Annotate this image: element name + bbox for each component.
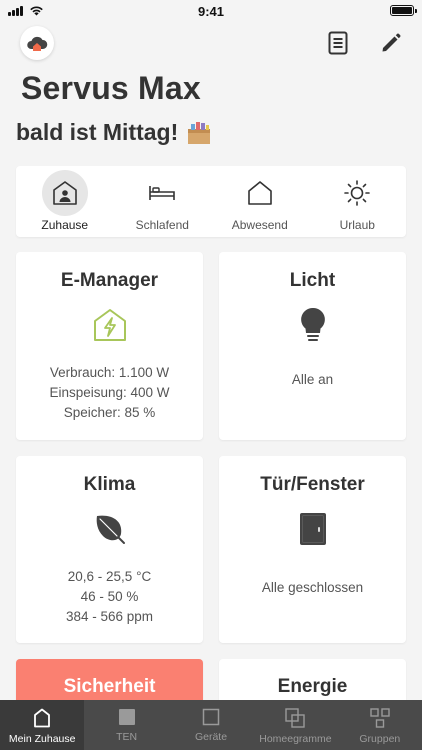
tile-emanager[interactable]: E-Manager Verbrauch: 1.100 W Einspeisung… bbox=[16, 252, 203, 440]
edit-pencil-icon[interactable] bbox=[378, 30, 404, 56]
energy-house-icon bbox=[92, 306, 128, 344]
nav-label: TEN bbox=[116, 731, 138, 743]
mode-label: Zuhause bbox=[41, 218, 89, 232]
lightbulb-icon bbox=[299, 306, 327, 344]
humidity-range: 46 - 50 % bbox=[80, 589, 139, 604]
lunch-box-icon bbox=[188, 121, 211, 144]
cloud-home-icon bbox=[27, 36, 48, 51]
mode-label: Urlaub bbox=[339, 218, 375, 232]
nav-label: Homeegramme bbox=[259, 733, 332, 745]
tile-tuer-fenster[interactable]: Tür/Fenster Alle geschlossen bbox=[219, 456, 406, 643]
mode-abwesend[interactable]: Abwesend bbox=[211, 166, 309, 237]
tile-status: Alle geschlossen bbox=[261, 580, 364, 595]
nav-gruppen[interactable]: Gruppen bbox=[338, 700, 422, 750]
battery-icon bbox=[390, 5, 417, 16]
tile-details: Verbrauch: 1.100 W Einspeisung: 400 W Sp… bbox=[49, 364, 169, 422]
tile-title: Tür/Fenster bbox=[260, 474, 365, 495]
tile-title: Klima bbox=[83, 474, 136, 495]
house-icon bbox=[247, 181, 272, 205]
wifi-icon bbox=[30, 6, 43, 16]
storage-value: Speicher: 85 % bbox=[63, 405, 156, 420]
nav-label: Mein Zuhause bbox=[8, 733, 76, 745]
nav-geraete[interactable]: Geräte bbox=[169, 700, 253, 750]
square-filled-icon bbox=[118, 709, 135, 725]
tile-title: E-Manager bbox=[60, 270, 159, 291]
house-icon bbox=[34, 708, 51, 728]
signal-icon bbox=[8, 5, 23, 16]
status-time: 9:41 bbox=[197, 3, 225, 19]
leaf-icon bbox=[93, 510, 127, 548]
mode-schlafend[interactable]: Schlafend bbox=[114, 166, 212, 237]
nav-label: Gruppen bbox=[359, 733, 401, 745]
status-bar: 9:41 bbox=[0, 0, 422, 22]
nav-ten[interactable]: TEN bbox=[84, 700, 168, 750]
mode-label: Schlafend bbox=[135, 218, 189, 232]
greeting-subtitle: bald ist Mittag! bbox=[16, 119, 212, 146]
stacked-squares-icon bbox=[285, 708, 306, 728]
grid-squares-icon bbox=[370, 708, 390, 728]
avatar[interactable] bbox=[20, 26, 54, 60]
tile-klima[interactable]: Klima 20,6 - 25,5 °C 46 - 50 % 384 - 566… bbox=[16, 456, 203, 643]
door-icon bbox=[299, 510, 327, 548]
temperature-range: 20,6 - 25,5 °C bbox=[67, 569, 152, 584]
house-person-icon bbox=[52, 181, 77, 205]
tile-licht[interactable]: Licht Alle an bbox=[219, 252, 406, 440]
tile-title: Licht bbox=[289, 270, 336, 291]
square-outline-icon bbox=[202, 708, 220, 726]
sun-icon bbox=[344, 180, 371, 206]
bed-icon bbox=[149, 186, 176, 200]
mode-selector: Zuhause Schlafend Abwesend Urlaub bbox=[16, 166, 406, 237]
greeting-subtitle-text: bald ist Mittag! bbox=[16, 119, 179, 145]
mode-zuhause[interactable]: Zuhause bbox=[16, 166, 114, 237]
tile-title: Sicherheit bbox=[63, 676, 156, 697]
tile-status: Alle an bbox=[291, 372, 334, 387]
nav-mein-zuhause[interactable]: Mein Zuhause bbox=[0, 700, 85, 750]
bottom-nav: Mein Zuhause TEN Geräte Homeegramme Grup… bbox=[0, 700, 422, 750]
nav-label: Geräte bbox=[194, 731, 228, 743]
greeting-title: Servus Max bbox=[21, 70, 201, 106]
tile-details: 20,6 - 25,5 °C 46 - 50 % 384 - 566 ppm bbox=[66, 568, 153, 626]
mode-urlaub[interactable]: Urlaub bbox=[309, 166, 407, 237]
status-indicators bbox=[8, 5, 44, 16]
tile-title: Energie bbox=[277, 676, 348, 697]
notes-icon[interactable] bbox=[325, 30, 351, 56]
feed-in-value: Einspeisung: 400 W bbox=[49, 385, 170, 400]
consumption-value: Verbrauch: 1.100 W bbox=[49, 365, 170, 380]
co2-range: 384 - 566 ppm bbox=[65, 609, 154, 624]
mode-label: Abwesend bbox=[231, 218, 288, 232]
nav-homeegramme[interactable]: Homeegramme bbox=[253, 700, 337, 750]
